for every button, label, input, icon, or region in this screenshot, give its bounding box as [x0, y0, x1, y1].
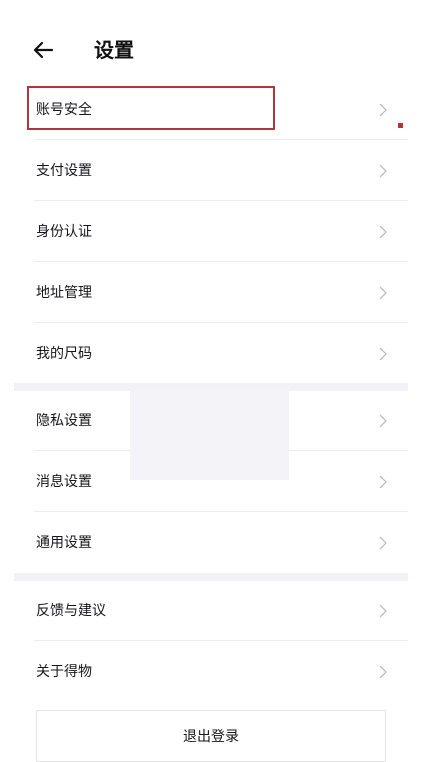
chevron-right-icon	[378, 475, 388, 489]
arrow-left-icon	[33, 41, 54, 59]
logout-label: 退出登录	[183, 729, 239, 745]
settings-item-label: 身份认证	[36, 224, 92, 240]
settings-item-feedback[interactable]: 反馈与建议	[14, 581, 408, 641]
chevron-right-icon	[378, 414, 388, 428]
divider	[34, 200, 408, 201]
divider	[34, 640, 408, 641]
chevron-right-icon	[378, 604, 388, 618]
highlight-box	[27, 86, 275, 130]
settings-item-payment[interactable]: 支付设置	[14, 141, 408, 201]
settings-item-label: 地址管理	[36, 285, 92, 301]
settings-item-identity[interactable]: 身份认证	[14, 202, 408, 262]
divider	[34, 511, 408, 512]
divider	[34, 261, 408, 262]
settings-item-size[interactable]: 我的尺码	[14, 324, 408, 384]
chevron-right-icon	[378, 536, 388, 550]
overlay-placeholder	[130, 388, 289, 480]
chevron-right-icon	[378, 286, 388, 300]
settings-item-about[interactable]: 关于得物	[14, 642, 408, 702]
chevron-right-icon	[378, 665, 388, 679]
divider	[34, 139, 408, 140]
section-separator	[14, 573, 408, 581]
settings-item-address[interactable]: 地址管理	[14, 263, 408, 323]
settings-item-label: 隐私设置	[36, 413, 92, 429]
settings-item-general[interactable]: 通用设置	[14, 513, 408, 573]
settings-item-label: 支付设置	[36, 163, 92, 179]
back-button[interactable]	[30, 38, 58, 62]
chevron-right-icon	[378, 225, 388, 239]
settings-item-label: 关于得物	[36, 664, 92, 680]
settings-item-label: 我的尺码	[36, 346, 92, 362]
logout-button[interactable]: 退出登录	[36, 710, 386, 762]
marker-dot	[398, 123, 403, 128]
divider	[34, 322, 408, 323]
chevron-right-icon	[378, 164, 388, 178]
header-bar: 设置	[0, 0, 432, 80]
chevron-right-icon	[378, 103, 388, 117]
settings-item-label: 反馈与建议	[36, 603, 106, 619]
chevron-right-icon	[378, 347, 388, 361]
page-title: 设置	[94, 38, 134, 62]
settings-item-label: 消息设置	[36, 474, 92, 490]
settings-item-label: 通用设置	[36, 535, 92, 551]
